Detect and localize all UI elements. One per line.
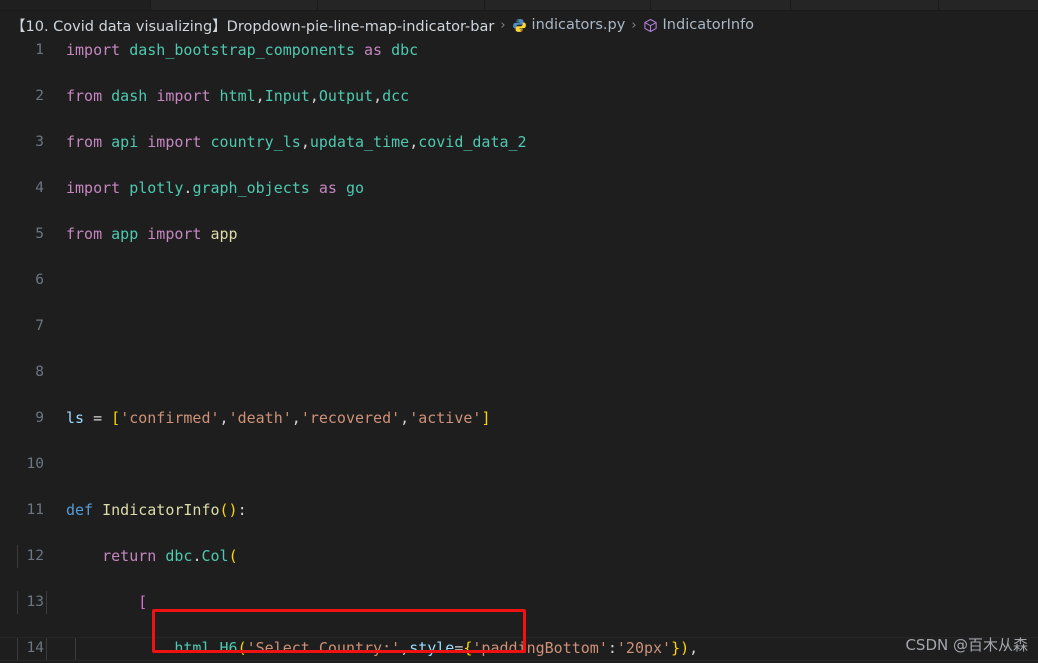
python-file-icon xyxy=(512,18,527,33)
breadcrumb[interactable]: 【10. Covid data visualizing】Dropdown-pie… xyxy=(0,11,1038,39)
line-number: 5 xyxy=(35,226,44,242)
csdn-watermark: CSDN @百木从森 xyxy=(905,636,1028,654)
code-line-text: import plotly.graph_objects as go xyxy=(66,179,365,197)
line-number: 7 xyxy=(35,318,44,334)
line-number: 2 xyxy=(35,88,44,104)
editor-tab-strip[interactable] xyxy=(0,0,1038,11)
code-line[interactable]: 1 import dash_bootstrap_components as db… xyxy=(0,39,1038,62)
code-line-text: ls = ['confirmed','death','recovered','a… xyxy=(66,409,491,427)
chevron-right-icon: › xyxy=(631,17,637,33)
breadcrumb-item-file[interactable]: indicators.py xyxy=(512,17,626,33)
code-editor[interactable]: 1 import dash_bootstrap_components as db… xyxy=(0,39,1038,663)
line-number: 14 xyxy=(26,640,44,656)
code-line[interactable]: 11 def IndicatorInfo(): xyxy=(0,499,1038,522)
line-number: 11 xyxy=(26,502,44,518)
line-number: 4 xyxy=(35,180,44,196)
indent-guide xyxy=(17,545,18,568)
line-separator xyxy=(0,660,1038,661)
code-line[interactable]: 4 import plotly.graph_objects as go xyxy=(0,177,1038,200)
code-line[interactable]: 5 from app import app xyxy=(0,223,1038,246)
line-separator xyxy=(0,637,1038,638)
code-line[interactable]: 2 from dash import html,Input,Output,dcc xyxy=(0,85,1038,108)
line-number: 1 xyxy=(35,42,44,58)
line-number: 6 xyxy=(35,272,44,288)
code-line-text: html.H6('Select Country:',style={'paddin… xyxy=(174,639,699,657)
code-line[interactable]: 10 xyxy=(0,453,1038,476)
code-line-text: import dash_bootstrap_components as dbc xyxy=(66,41,419,59)
code-line-text: [ xyxy=(138,593,148,611)
code-line[interactable]: 13 [ xyxy=(0,591,1038,614)
code-line-text: return dbc.Col( xyxy=(102,547,238,565)
symbol-class-icon xyxy=(643,18,658,33)
code-line-text: from app import app xyxy=(66,225,238,243)
line-number: 13 xyxy=(26,594,44,610)
code-line[interactable]: 14 html.H6('Select Country:',style={'pad… xyxy=(0,637,1038,660)
code-line[interactable]: 7 xyxy=(0,315,1038,338)
breadcrumb-item-symbol[interactable]: IndicatorInfo xyxy=(643,17,755,33)
breadcrumb-item-file-label: indicators.py xyxy=(531,17,626,33)
code-line-text: def IndicatorInfo(): xyxy=(66,501,247,519)
chevron-right-icon: › xyxy=(500,17,506,33)
code-line[interactable]: 3 from api import country_ls,updata_time… xyxy=(0,131,1038,154)
indent-guide xyxy=(17,591,18,614)
code-line[interactable]: 6 xyxy=(0,269,1038,292)
line-number: 8 xyxy=(35,364,44,380)
code-line-text: from dash import html,Input,Output,dcc xyxy=(66,87,410,105)
line-number: 12 xyxy=(26,548,44,564)
breadcrumb-item-project[interactable]: 【10. Covid data visualizing】Dropdown-pie… xyxy=(11,15,494,36)
line-number: 3 xyxy=(35,134,44,150)
code-line[interactable]: 8 xyxy=(0,361,1038,384)
indent-guide xyxy=(46,591,47,614)
indent-guide xyxy=(17,637,18,660)
code-line-text: from api import country_ls,updata_time,c… xyxy=(66,133,527,151)
code-line[interactable]: 12 return dbc.Col( xyxy=(0,545,1038,568)
line-number: 9 xyxy=(35,410,44,426)
breadcrumb-item-symbol-label: IndicatorInfo xyxy=(662,17,755,33)
line-number: 10 xyxy=(26,456,44,472)
indent-guide xyxy=(46,637,47,660)
code-line[interactable]: 9 ls = ['confirmed','death','recovered',… xyxy=(0,407,1038,430)
